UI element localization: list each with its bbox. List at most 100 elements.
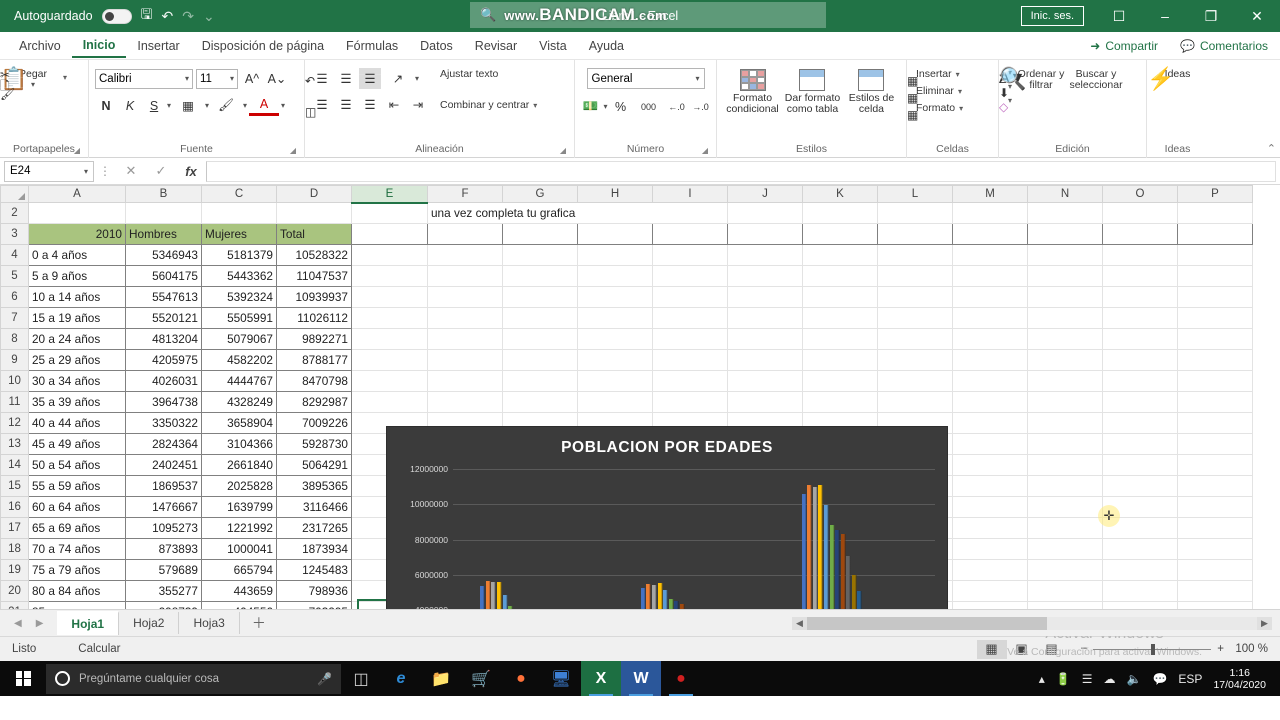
cell-P21[interactable]	[1178, 602, 1253, 610]
cell-B20[interactable]: 355277	[126, 581, 202, 602]
scroll-left-icon[interactable]: ◀	[792, 617, 807, 630]
cell-M18[interactable]	[953, 539, 1028, 560]
chart-bar[interactable]	[802, 494, 807, 609]
col-header-L[interactable]: L	[878, 186, 953, 203]
chart-bar[interactable]	[646, 584, 651, 609]
cell-M13[interactable]	[953, 434, 1028, 455]
cell-H7[interactable]	[578, 308, 653, 329]
cell-N2[interactable]	[1028, 203, 1103, 224]
insert-cells-button[interactable]: ▦Insertar▾	[913, 67, 966, 81]
cell-J9[interactable]	[728, 350, 803, 371]
redo-icon[interactable]: ↷	[182, 8, 194, 25]
cell-A20[interactable]: 80 a 84 años	[29, 581, 126, 602]
cell-B9[interactable]: 4205975	[126, 350, 202, 371]
cell-P15[interactable]	[1178, 476, 1253, 497]
cell-P11[interactable]	[1178, 392, 1253, 413]
cut-button[interactable]: ✂	[60, 67, 70, 69]
cell-B6[interactable]: 5547613	[126, 287, 202, 308]
orientation-icon[interactable]: ↗	[383, 68, 413, 89]
excel-icon[interactable]: X	[581, 661, 621, 696]
cell-L2[interactable]	[878, 203, 953, 224]
chart-bar[interactable]	[830, 525, 835, 609]
windows-start-icon[interactable]	[0, 661, 46, 696]
cell-I7[interactable]	[653, 308, 728, 329]
chart-bar[interactable]	[652, 585, 657, 609]
cancel-icon[interactable]: ✕	[116, 163, 146, 179]
cell-N8[interactable]	[1028, 329, 1103, 350]
delete-cells-button[interactable]: ▦Eliminar▾	[913, 84, 966, 98]
row-header-16[interactable]: 16	[1, 497, 29, 518]
chevron-down-icon[interactable]: ▾	[415, 74, 419, 83]
row-header-18[interactable]: 18	[1, 539, 29, 560]
chevron-down-icon[interactable]: ▾	[604, 102, 608, 111]
cell-C6[interactable]: 5392324	[202, 287, 277, 308]
font-name-input[interactable]: Calibri▾	[95, 69, 193, 89]
chevron-down-icon[interactable]: ▾	[243, 101, 247, 110]
scroll-thumb[interactable]	[807, 617, 1047, 630]
cell-O19[interactable]	[1103, 560, 1178, 581]
row-header-5[interactable]: 5	[1, 266, 29, 287]
cell-P10[interactable]	[1178, 371, 1253, 392]
cell-D18[interactable]: 1873934	[277, 539, 352, 560]
save-icon[interactable]: 🖫	[141, 4, 153, 28]
cell-M20[interactable]	[953, 581, 1028, 602]
select-all-corner[interactable]	[1, 186, 29, 203]
cell-C13[interactable]: 3104366	[202, 434, 277, 455]
cell-D4[interactable]: 10528322	[277, 245, 352, 266]
cell-L8[interactable]	[878, 329, 953, 350]
cell-E5[interactable]	[352, 266, 428, 287]
cell-A17[interactable]: 65 a 69 años	[29, 518, 126, 539]
cell-J3[interactable]	[728, 224, 803, 245]
cell-C10[interactable]: 4444767	[202, 371, 277, 392]
fill-color-icon[interactable]: 🖌	[211, 95, 241, 116]
col-header-O[interactable]: O	[1103, 186, 1178, 203]
cell-H5[interactable]	[578, 266, 653, 287]
cell-C9[interactable]: 4582202	[202, 350, 277, 371]
cell-B17[interactable]: 1095273	[126, 518, 202, 539]
cell-styles-button[interactable]: Estilos de celda	[843, 65, 900, 115]
cell-D13[interactable]: 5928730	[277, 434, 352, 455]
cell-K6[interactable]	[803, 287, 878, 308]
cell-L4[interactable]	[878, 245, 953, 266]
cell-N14[interactable]	[1028, 455, 1103, 476]
chart-bar[interactable]	[813, 487, 818, 609]
microphone-icon[interactable]: 🎤	[317, 672, 332, 686]
cell-H11[interactable]	[578, 392, 653, 413]
cell-M16[interactable]	[953, 497, 1028, 518]
cell-N11[interactable]	[1028, 392, 1103, 413]
chevron-down-icon[interactable]: ▾	[695, 74, 699, 83]
cell-K10[interactable]	[803, 371, 878, 392]
cell-N4[interactable]	[1028, 245, 1103, 266]
cell-A16[interactable]: 60 a 64 años	[29, 497, 126, 518]
undo-icon[interactable]: ↶	[161, 8, 173, 25]
chevron-down-icon[interactable]: ▾	[31, 80, 35, 89]
chevron-down-icon[interactable]: ▾	[84, 167, 88, 176]
cell-A21[interactable]: 85 y mas	[29, 602, 126, 610]
cell-B3[interactable]: Hombres	[126, 224, 202, 245]
row-header-20[interactable]: 20	[1, 581, 29, 602]
row-header-3[interactable]: 3	[1, 224, 29, 245]
cell-O12[interactable]	[1103, 413, 1178, 434]
cell-O5[interactable]	[1103, 266, 1178, 287]
cell-N13[interactable]	[1028, 434, 1103, 455]
cell-B18[interactable]: 873893	[126, 539, 202, 560]
col-header-P[interactable]: P	[1178, 186, 1253, 203]
cell-O4[interactable]	[1103, 245, 1178, 266]
cell-K7[interactable]	[803, 308, 878, 329]
tab-datos[interactable]: Datos	[409, 35, 464, 57]
cell-J10[interactable]	[728, 371, 803, 392]
chevron-down-icon[interactable]: ▾	[281, 101, 285, 110]
cell-J2[interactable]	[728, 203, 803, 224]
cell-I5[interactable]	[653, 266, 728, 287]
cell-I10[interactable]	[653, 371, 728, 392]
format-cells-button[interactable]: ▦Formato▾	[913, 101, 966, 115]
cell-P4[interactable]	[1178, 245, 1253, 266]
cell-D3[interactable]: Total	[277, 224, 352, 245]
cell-C5[interactable]: 5443362	[202, 266, 277, 287]
cell-L10[interactable]	[878, 371, 953, 392]
col-header-K[interactable]: K	[803, 186, 878, 203]
cell-D6[interactable]: 10939937	[277, 287, 352, 308]
cell-C18[interactable]: 1000041	[202, 539, 277, 560]
cell-J6[interactable]	[728, 287, 803, 308]
cell-C19[interactable]: 665794	[202, 560, 277, 581]
